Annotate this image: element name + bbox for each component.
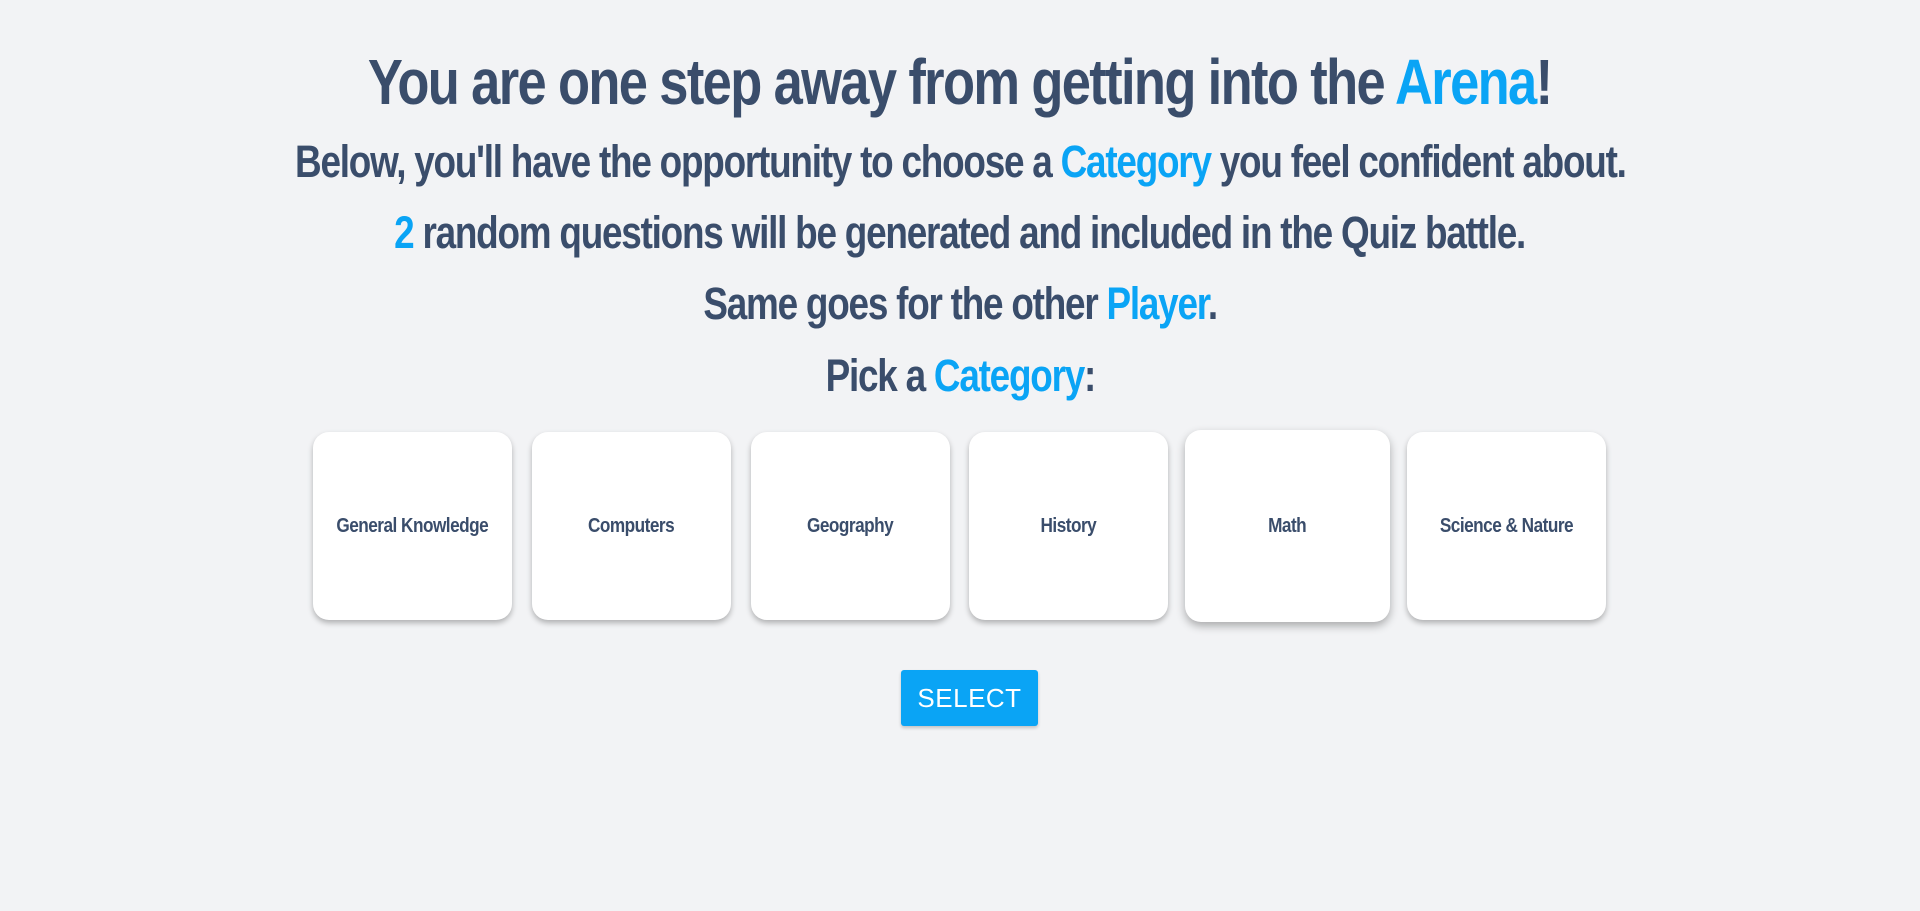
intro-line-text: you feel confident about. xyxy=(1210,136,1626,187)
intro-line-highlight: 2 xyxy=(394,207,416,258)
category-card-label: History xyxy=(1040,514,1097,537)
intro-line-text: Same goes for the other xyxy=(703,278,1107,329)
intro-line-text: Pick a xyxy=(825,350,934,401)
title-end: ! xyxy=(1535,46,1554,118)
title-text: You are one step away from getting into … xyxy=(368,46,1396,118)
intro-line-highlight: Category xyxy=(933,350,1085,401)
category-card-general-knowledge[interactable]: General Knowledge xyxy=(313,432,512,620)
category-card-label: Science & Nature xyxy=(1439,514,1574,537)
category-cards: General Knowledge Computers Geography Hi… xyxy=(0,430,1920,622)
category-card-computers[interactable]: Computers xyxy=(532,432,731,620)
intro-line-text: random questions will be generated and i… xyxy=(413,207,1527,258)
intro-line-text: . xyxy=(1207,278,1218,329)
intro-line-text: Below, you'll have the opportunity to ch… xyxy=(294,136,1061,187)
intro-line-highlight: Category xyxy=(1060,136,1211,187)
pick-category-heading: Pick a Category: xyxy=(0,348,1920,404)
category-card-geography[interactable]: Geography xyxy=(751,432,950,620)
intro-line-choose-category: Below, you'll have the opportunity to ch… xyxy=(0,134,1920,190)
intro-line-text: : xyxy=(1083,350,1096,401)
intro-line-questions: 2 random questions will be generated and… xyxy=(0,205,1920,261)
category-card-label: Computers xyxy=(588,514,675,537)
category-card-label: Geography xyxy=(807,514,894,537)
title-highlight: Arena xyxy=(1395,46,1537,118)
intro-line-highlight: Player xyxy=(1106,278,1209,329)
category-card-label: Math xyxy=(1268,514,1307,537)
category-card-science-nature[interactable]: Science & Nature xyxy=(1407,432,1606,620)
select-button[interactable]: SELECT xyxy=(901,670,1038,726)
intro-line-other-player: Same goes for the other Player. xyxy=(0,276,1920,332)
page-title: You are one step away from getting into … xyxy=(0,44,1920,120)
category-card-label: General Knowledge xyxy=(336,514,489,537)
category-card-math[interactable]: Math xyxy=(1185,430,1390,622)
category-card-history[interactable]: History xyxy=(969,432,1168,620)
